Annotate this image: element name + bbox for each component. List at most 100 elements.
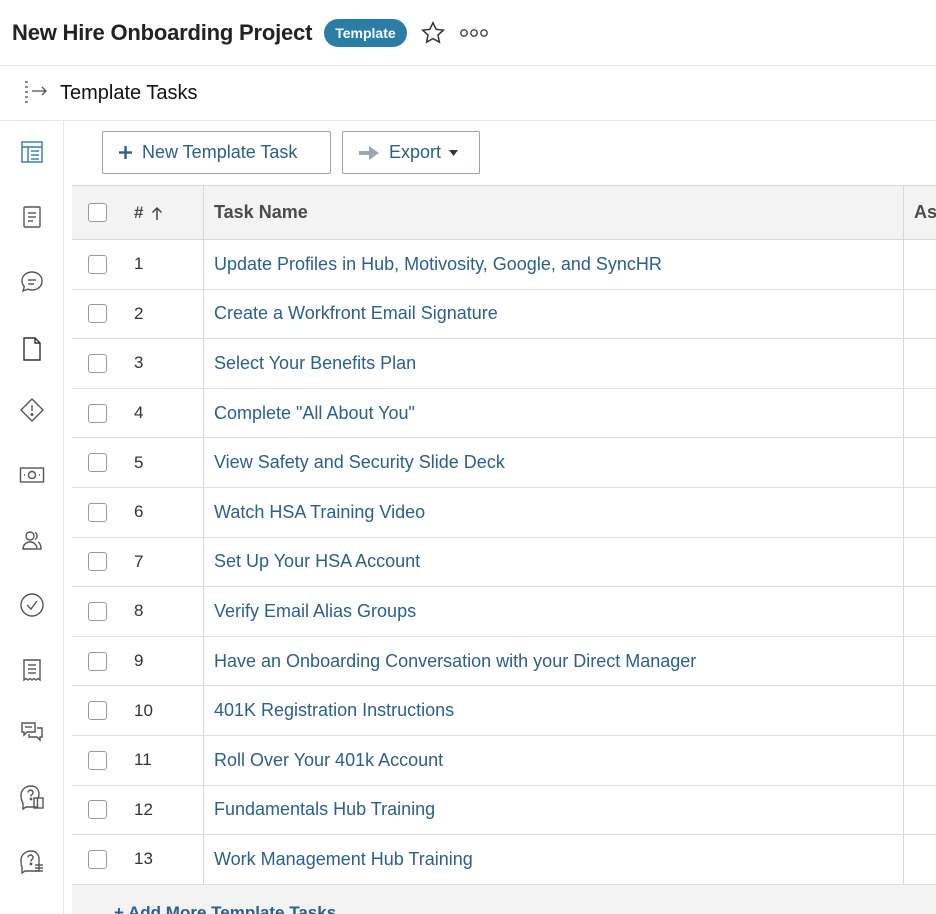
task-list-icon [22, 77, 50, 110]
table-row[interactable]: 13 Work Management Hub Training [72, 835, 936, 885]
table-row[interactable]: 12 Fundamentals Hub Training [72, 785, 936, 836]
discussion-nav-icon[interactable] [18, 718, 46, 746]
question-list-nav-icon[interactable] [18, 848, 46, 876]
row-checkbox[interactable] [87, 800, 107, 820]
task-name-link[interactable]: View Safety and Security Slide Deck [204, 438, 904, 487]
chevron-down-icon [449, 149, 459, 156]
report-nav-icon[interactable] [18, 656, 46, 684]
header-assignments[interactable]: Assignments [904, 186, 936, 239]
row-check-cell [72, 637, 122, 686]
assignment-cell [904, 488, 936, 537]
assignment-cell [904, 290, 936, 339]
section-title: Template Tasks [60, 81, 198, 104]
row-check-cell [72, 538, 122, 587]
new-template-task-button[interactable]: New Template Task [102, 131, 331, 174]
task-name-link[interactable]: Create a Workfront Email Signature [204, 289, 904, 339]
star-icon[interactable] [419, 19, 447, 47]
row-checkbox[interactable] [87, 750, 107, 770]
plus-icon [119, 146, 132, 159]
task-name-link[interactable]: 401K Registration Instructions [204, 686, 904, 735]
table-row[interactable]: 5 View Safety and Security Slide Deck [72, 438, 936, 488]
document-nav-icon[interactable] [18, 203, 46, 231]
table-row[interactable]: 11 Roll Over Your 401k Account [72, 735, 936, 786]
row-check-cell [72, 488, 122, 537]
assignment-cell [904, 637, 936, 686]
task-list-nav-icon[interactable] [18, 138, 46, 166]
comment-nav-icon[interactable] [18, 268, 46, 296]
task-name-link[interactable]: Roll Over Your 401k Account [204, 735, 904, 785]
row-checkbox[interactable] [87, 254, 107, 274]
file-nav-icon[interactable] [18, 335, 46, 363]
task-number: 10 [122, 686, 204, 735]
row-check-cell [72, 786, 122, 835]
table-row[interactable]: 3 Select Your Benefits Plan [72, 339, 936, 389]
task-number: 4 [122, 388, 204, 438]
table-footer: + Add More Template Tasks [72, 885, 936, 914]
export-button[interactable]: Export [342, 131, 480, 174]
more-icon[interactable] [459, 23, 489, 43]
row-checkbox[interactable] [87, 304, 107, 324]
table-row[interactable]: 9 Have an Onboarding Conversation with yo… [72, 636, 936, 687]
task-number: 2 [122, 289, 204, 339]
task-name-link[interactable]: Update Profiles in Hub, Motivosity, Goog… [204, 240, 904, 289]
approval-nav-icon[interactable] [18, 591, 46, 619]
task-number: 5 [122, 438, 204, 487]
expense-nav-icon[interactable] [18, 461, 46, 489]
header-num[interactable]: # [122, 186, 204, 239]
assignment-cell [904, 736, 936, 785]
task-name-link[interactable]: Verify Email Alias Groups [204, 587, 904, 636]
row-checkbox[interactable] [87, 353, 107, 373]
row-checkbox[interactable] [87, 552, 107, 572]
row-checkbox[interactable] [87, 849, 107, 869]
table-row[interactable]: 4 Complete "All About You" [72, 388, 936, 439]
export-label: Export [389, 142, 442, 162]
table-row[interactable]: 6 Watch HSA Training Video [72, 487, 936, 538]
task-number: 13 [122, 835, 204, 884]
row-check-cell [72, 587, 122, 636]
task-name-link[interactable]: Fundamentals Hub Training [204, 785, 904, 835]
row-checkbox[interactable] [87, 701, 107, 721]
task-number: 6 [122, 487, 204, 537]
table-row[interactable]: 2 Create a Workfront Email Signature [72, 289, 936, 340]
row-checkbox[interactable] [87, 453, 107, 473]
task-name-link[interactable]: Complete "All About You" [204, 388, 904, 438]
people-nav-icon[interactable] [18, 526, 46, 554]
page-title: New Hire Onboarding Project [12, 19, 313, 45]
row-checkbox[interactable] [87, 651, 107, 671]
question-doc-nav-icon[interactable] [18, 783, 46, 811]
table-row[interactable]: 7 Set Up Your HSA Account [72, 537, 936, 588]
row-check-cell [72, 389, 122, 438]
issue-nav-icon[interactable] [18, 396, 46, 424]
task-number: 11 [122, 735, 204, 785]
header-task-name[interactable]: Task Name [204, 186, 904, 239]
task-name-link[interactable]: Watch HSA Training Video [204, 487, 904, 537]
template-badge: Template [324, 18, 407, 47]
task-name-link[interactable]: Work Management Hub Training [204, 835, 904, 884]
table-row[interactable]: 1 Update Profiles in Hub, Motivosity, Goo… [72, 240, 936, 290]
task-number: 8 [122, 587, 204, 636]
tasks-table: # Task Name Assignments 1Update Profiles… [72, 185, 936, 885]
sort-up-icon [151, 206, 163, 220]
task-name-link[interactable]: Have an Onboarding Conversation with you… [204, 636, 904, 686]
assignment-cell [904, 786, 936, 835]
assignment-cell [904, 587, 936, 636]
assignment-cell [904, 538, 936, 587]
assignment-cell [904, 686, 936, 735]
task-name-link[interactable]: Set Up Your HSA Account [204, 537, 904, 587]
select-all-checkbox[interactable] [87, 203, 107, 222]
new-template-task-label: New Template Task [142, 142, 298, 162]
row-check-cell [72, 686, 122, 735]
assignment-cell [904, 389, 936, 438]
task-number: 3 [122, 339, 204, 388]
row-checkbox[interactable] [87, 403, 107, 423]
left-nav [0, 121, 64, 914]
task-name-link[interactable]: Select Your Benefits Plan [204, 339, 904, 388]
row-checkbox[interactable] [87, 502, 107, 522]
table-row[interactable]: 8 Verify Email Alias Groups [72, 587, 936, 637]
row-checkbox[interactable] [87, 601, 107, 621]
table-row[interactable]: 10 401K Registration Instructions [72, 686, 936, 736]
add-more-tasks-link[interactable]: + Add More Template Tasks [114, 903, 336, 914]
assignment-cell [904, 438, 936, 487]
row-check-cell [72, 339, 122, 388]
assignment-cell [904, 835, 936, 884]
